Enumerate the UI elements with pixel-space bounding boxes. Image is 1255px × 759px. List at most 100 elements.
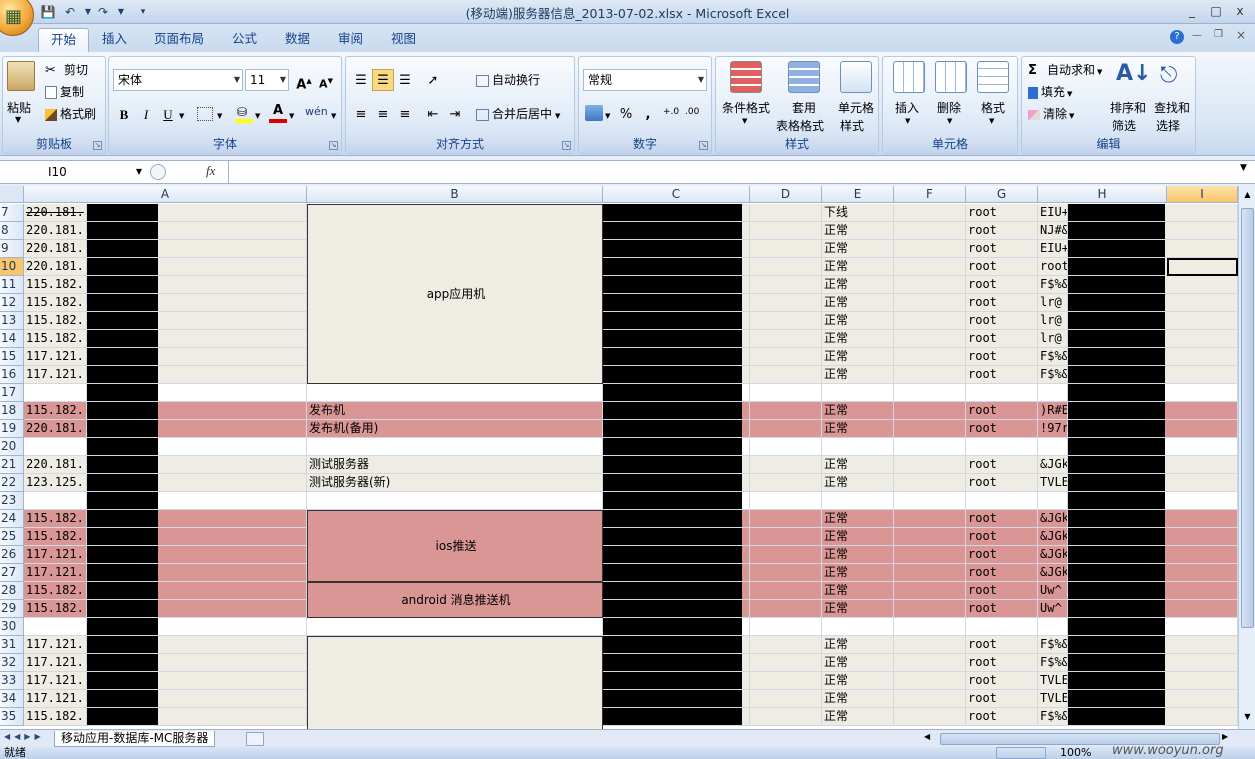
cell-a211[interactable]	[158, 276, 307, 294]
cell-e11[interactable]: 正常	[822, 276, 894, 294]
cell-d19[interactable]	[750, 420, 822, 438]
cell-c29[interactable]	[742, 240, 750, 258]
workbook-close-icon[interactable]: ×	[1236, 28, 1246, 42]
cell-d7[interactable]	[750, 204, 822, 222]
cell-f29[interactable]	[894, 600, 966, 618]
cell-a220[interactable]	[158, 438, 307, 456]
cell-f18[interactable]	[894, 402, 966, 420]
cell-i24[interactable]	[1167, 510, 1238, 528]
bold-button[interactable]: B	[113, 103, 135, 125]
cell-f19[interactable]	[894, 420, 966, 438]
cell-d31[interactable]	[750, 636, 822, 654]
cell-h7[interactable]: EIU+	[1038, 204, 1068, 222]
cell-i20[interactable]	[1167, 438, 1238, 456]
row-header-11[interactable]: 11	[0, 276, 24, 294]
cell-a233[interactable]	[158, 672, 307, 690]
cell-g10[interactable]: root	[966, 258, 1038, 276]
cell-i25[interactable]	[1167, 528, 1238, 546]
cell-d17[interactable]	[750, 384, 822, 402]
cell-a21[interactable]: 220.181.	[24, 456, 87, 474]
cell-g11[interactable]: root	[966, 276, 1038, 294]
column-header-e[interactable]: E	[822, 186, 894, 203]
row-header-23[interactable]: 23	[0, 492, 24, 510]
cell-d30[interactable]	[750, 618, 822, 636]
cell-h27[interactable]: &JGk	[1038, 564, 1068, 582]
cell-g24[interactable]: root	[966, 510, 1038, 528]
cell-c211[interactable]	[742, 276, 750, 294]
copy-button[interactable]: 复制	[45, 83, 84, 100]
row-header-32[interactable]: 32	[0, 654, 24, 672]
row-header-35[interactable]: 35	[0, 708, 24, 726]
cell-i26[interactable]	[1167, 546, 1238, 564]
underline-button[interactable]: U	[157, 103, 179, 125]
row-header-16[interactable]: 16	[0, 366, 24, 384]
cell-d9[interactable]	[750, 240, 822, 258]
cell-c235[interactable]	[742, 708, 750, 726]
row-header-19[interactable]: 19	[0, 420, 24, 438]
cell-a216[interactable]	[158, 366, 307, 384]
cell-a225[interactable]	[158, 528, 307, 546]
cell-c224[interactable]	[742, 510, 750, 528]
cell-g30[interactable]	[966, 618, 1038, 636]
cell-h20[interactable]	[1038, 438, 1068, 456]
column-header-i[interactable]: I	[1167, 186, 1238, 203]
border-dropdown-icon[interactable]: ▼	[217, 112, 222, 120]
cell-d32[interactable]	[750, 654, 822, 672]
cell-i28[interactable]	[1167, 582, 1238, 600]
align-bottom-button[interactable]: ☰	[394, 69, 416, 91]
row-header-30[interactable]: 30	[0, 618, 24, 636]
tab-insert[interactable]: 插入	[90, 28, 139, 52]
cell-b20[interactable]	[307, 438, 603, 456]
cell-a215[interactable]	[158, 348, 307, 366]
merged-android-push[interactable]: android 消息推送机	[307, 582, 603, 618]
grow-font-button[interactable]: A▲	[293, 69, 315, 92]
cell-c214[interactable]	[742, 330, 750, 348]
cell-e33[interactable]: 正常	[822, 672, 894, 690]
cell-g19[interactable]: root	[966, 420, 1038, 438]
cell-f22[interactable]	[894, 474, 966, 492]
cell-h23[interactable]	[1038, 492, 1068, 510]
underline-dropdown-icon[interactable]: ▼	[179, 112, 184, 120]
cut-button[interactable]: ✂ 剪切	[45, 61, 88, 79]
decrease-indent-button[interactable]: ⇤	[422, 103, 444, 125]
cell-h17[interactable]	[1038, 384, 1068, 402]
cell-a7[interactable]: 220.181.	[24, 204, 87, 222]
cell-f9[interactable]	[894, 240, 966, 258]
cell-a13[interactable]: 115.182.	[24, 312, 87, 330]
cell-i14[interactable]	[1167, 330, 1238, 348]
cell-d26[interactable]	[750, 546, 822, 564]
cell-h12[interactable]: lr@	[1038, 294, 1068, 312]
cell-c221[interactable]	[742, 456, 750, 474]
cell-f20[interactable]	[894, 438, 966, 456]
cell-i15[interactable]	[1167, 348, 1238, 366]
sort-filter-button-line2[interactable]: 筛选	[1112, 117, 1136, 134]
cell-d24[interactable]	[750, 510, 822, 528]
cell-a16[interactable]: 117.121.	[24, 366, 87, 384]
font-name-combo[interactable]: 宋体 ▼	[113, 69, 243, 91]
cell-e23[interactable]	[822, 492, 894, 510]
cell-c231[interactable]	[742, 636, 750, 654]
cell-c210[interactable]	[742, 258, 750, 276]
cell-a28[interactable]	[158, 222, 307, 240]
row-header-12[interactable]: 12	[0, 294, 24, 312]
cell-a217[interactable]	[158, 384, 307, 402]
insert-function-button[interactable]: fx	[206, 163, 215, 179]
cell-c27[interactable]	[742, 204, 750, 222]
scroll-right-icon[interactable]: ▶	[1222, 732, 1234, 746]
cell-g23[interactable]	[966, 492, 1038, 510]
row-header-31[interactable]: 31	[0, 636, 24, 654]
align-top-button[interactable]: ☰	[350, 69, 372, 91]
cell-i17[interactable]	[1167, 384, 1238, 402]
clipboard-launcher-icon[interactable]: ↘	[93, 141, 102, 150]
cell-e31[interactable]: 正常	[822, 636, 894, 654]
cell-g32[interactable]: root	[966, 654, 1038, 672]
align-middle-button[interactable]: ☰	[372, 69, 394, 91]
cell-f7[interactable]	[894, 204, 966, 222]
cell-b22[interactable]: 测试服务器(新)	[307, 474, 603, 492]
cell-d27[interactable]	[750, 564, 822, 582]
cell-i30[interactable]	[1167, 618, 1238, 636]
cell-c225[interactable]	[742, 528, 750, 546]
cell-a19[interactable]: 220.181.	[24, 420, 87, 438]
cell-h29[interactable]: Uw^	[1038, 600, 1068, 618]
cell-f13[interactable]	[894, 312, 966, 330]
